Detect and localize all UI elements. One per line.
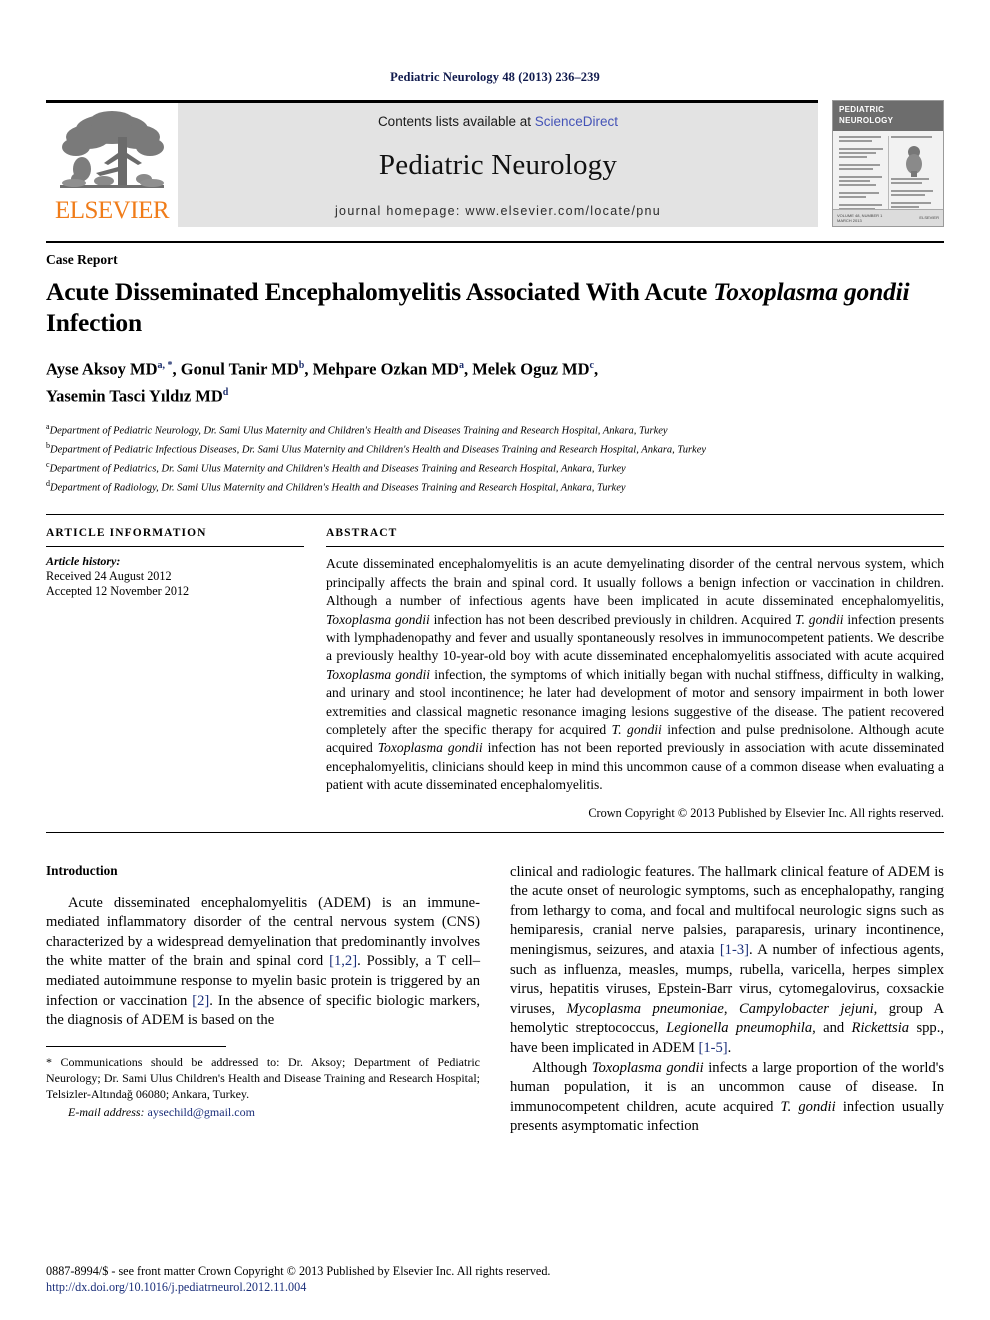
journal-homepage-link[interactable]: journal homepage: www.elsevier.com/locat…	[335, 204, 661, 218]
affiliation-item: cDepartment of Pediatrics, Dr. Sami Ulus…	[46, 458, 944, 477]
author-5-affil-mark[interactable]: d	[223, 387, 229, 398]
elsevier-wordmark: ELSEVIER	[54, 197, 170, 224]
abstract-seg-1: Acute disseminated encephalomyelitis is …	[326, 556, 944, 609]
right2-seg-1: Although	[532, 1059, 592, 1076]
abstract-italic-3: Toxoplasma gondii	[326, 666, 431, 682]
abstract-panel: ABSTRACT Acute disseminated encephalomye…	[326, 527, 944, 820]
right-italic-2: Campylobacter jejuni	[738, 1000, 874, 1017]
journal-masthead: ELSEVIER Contents lists available at Sci…	[46, 100, 944, 227]
article-type-label: Case Report	[46, 252, 118, 267]
article-information-panel: ARTICLE INFORMATION Article history: Rec…	[46, 527, 304, 820]
contents-available-line: Contents lists available at ScienceDirec…	[378, 114, 618, 129]
contents-prefix-text: Contents lists available at	[377, 114, 535, 129]
cover-title-line1: PEDIATRIC	[839, 105, 885, 114]
cover-volume-line2: MARCH 2013	[837, 218, 862, 223]
author-sep-2: , Mehpare Ozkan MD	[304, 359, 459, 379]
email-link[interactable]: aysechild@gmail.com	[148, 1105, 255, 1119]
affiliation-item: dDepartment of Radiology, Dr. Sami Ulus …	[46, 477, 944, 496]
article-information-heading: ARTICLE INFORMATION	[46, 527, 207, 540]
doi-link[interactable]: http://dx.doi.org/10.1016/j.pediatrneuro…	[46, 1280, 944, 1296]
journal-title: Pediatric Neurology	[378, 149, 618, 181]
cover-title-line2: NEUROLOGY	[839, 116, 894, 125]
journal-article-page: Pediatric Neurology 48 (2013) 236–239 EL…	[0, 0, 990, 1320]
article-information-rule	[46, 546, 304, 548]
abstract-italic-5: Toxoplasma gondii	[377, 740, 483, 756]
affiliation-text: Department of Pediatric Neurology, Dr. S…	[49, 425, 668, 437]
author-sep-3: , Melek Oguz MD	[463, 359, 590, 379]
affiliation-item: aDepartment of Pediatric Neurology, Dr. …	[46, 420, 944, 439]
abstract-body: Acute disseminated encephalomyelitis is …	[326, 555, 944, 794]
sciencedirect-link[interactable]: ScienceDirect	[535, 114, 618, 129]
abstract-copyright: Crown Copyright © 2013 Published by Else…	[588, 805, 944, 820]
introduction-heading: Introduction	[46, 862, 118, 878]
cover-toc-column-left	[837, 136, 889, 226]
right-seg-3: ,	[723, 1000, 739, 1017]
affiliation-text: Department of Radiology, Dr. Sami Ulus M…	[50, 482, 626, 494]
article-body: Introduction Acute disseminated encephal…	[46, 863, 944, 1137]
affiliation-list: aDepartment of Pediatric Neurology, Dr. …	[46, 420, 944, 496]
email-label: E-mail address:	[68, 1104, 145, 1119]
right-italic-1: Mycoplasma pneumoniae	[566, 1000, 724, 1017]
right-seg-7: .	[727, 1040, 732, 1056]
footnote-divider	[46, 1045, 226, 1047]
article-title-italic1: Toxoplasma gondii	[713, 277, 910, 306]
author-1-affil-mark[interactable]: a, *	[158, 360, 173, 371]
abstract-italic-4: T. gondii	[611, 722, 662, 738]
affiliation-text: Department of Pediatrics, Dr. Sami Ulus …	[49, 463, 626, 475]
cover-footer-band: VOLUME 48, NUMBER 1 MARCH 2013 ELSEVIER	[833, 209, 943, 226]
cover-header-band: PEDIATRIC NEUROLOGY	[833, 101, 943, 131]
elsevier-tree-icon	[56, 107, 168, 199]
abstract-rule	[326, 546, 944, 548]
right-italic-3: Legionella pneumophila	[666, 1020, 813, 1037]
intro-paragraph-1: Acute disseminated encephalomyelitis (AD…	[46, 894, 480, 1031]
citation-ref-1-5[interactable]: [1-5]	[698, 1040, 727, 1056]
author-sep-4: ,	[593, 359, 599, 379]
correspondence-footnote: * Communications should be addressed to:…	[46, 1054, 480, 1101]
cover-volume-text: VOLUME 48, NUMBER 1 MARCH 2013	[837, 213, 882, 223]
title-divider-top	[46, 241, 944, 243]
abstract-divider-bottom	[46, 831, 944, 833]
running-head: Pediatric Neurology 48 (2013) 236–239	[390, 70, 600, 84]
right-paragraph-2: Although Toxoplasma gondii infects a lar…	[510, 1059, 944, 1137]
author-sep-1: , Gonul Tanir MD	[172, 359, 299, 379]
cover-publisher-text: ELSEVIER	[919, 215, 939, 220]
body-column-left: Introduction Acute disseminated encephal…	[46, 863, 480, 1137]
abstract-heading: ABSTRACT	[326, 527, 398, 540]
journal-banner: Contents lists available at ScienceDirec…	[178, 100, 818, 227]
affiliation-item: bDepartment of Pediatric Infectious Dise…	[46, 439, 944, 458]
right-italic-4: Rickettsia	[851, 1020, 910, 1037]
author-list: Ayse Aksoy MDa, *, Gonul Tanir MDb, Mehp…	[46, 354, 944, 407]
right-paragraph-1: clinical and radiologic features. The ha…	[510, 863, 944, 1059]
body-column-right: clinical and radiologic features. The ha…	[510, 863, 944, 1137]
abstract-italic-1: Toxoplasma gondii	[326, 611, 430, 627]
right2-italic-1: Toxoplasma gondii	[591, 1059, 704, 1076]
abstract-divider-top	[46, 514, 944, 516]
page-footer: 0887-8994/$ - see front matter Crown Cop…	[46, 1264, 944, 1295]
journal-cover-thumbnail: PEDIATRIC NEUROLOGY VOLUME 48, NUMBER 1 …	[832, 100, 944, 227]
article-title: Acute Disseminated Encephalomyelitis Ass…	[46, 276, 944, 338]
article-title-part1: Acute Disseminated Encephalomyelitis Ass…	[46, 277, 714, 306]
abstract-italic-2: T. gondii	[795, 611, 844, 627]
cover-toc-column-right	[889, 136, 940, 224]
cover-illustration-icon	[905, 146, 922, 177]
cover-title-text: PEDIATRIC NEUROLOGY	[839, 104, 897, 126]
affiliation-text: Department of Pediatric Infectious Disea…	[50, 444, 707, 456]
article-info-abstract-row: ARTICLE INFORMATION Article history: Rec…	[46, 527, 944, 820]
author-5: Yasemin Tasci Yıldız MD	[46, 386, 223, 405]
citation-ref-1-2[interactable]: [1,2]	[329, 953, 357, 969]
article-title-part2: Infection	[46, 308, 142, 337]
article-history-label: Article history:	[46, 554, 121, 569]
article-received-date: Received 24 August 2012	[46, 569, 172, 584]
citation-ref-2[interactable]: [2]	[192, 993, 209, 1009]
right-seg-5: , and	[812, 1020, 852, 1037]
right2-italic-2: T. gondii	[780, 1098, 836, 1115]
citation-ref-1-3[interactable]: [1-3]	[720, 942, 749, 958]
cover-toc-area	[833, 132, 943, 226]
email-footnote: E-mail address: aysechild@gmail.com	[46, 1104, 480, 1120]
issn-copyright-line: 0887-8994/$ - see front matter Crown Cop…	[46, 1264, 551, 1278]
author-1: Ayse Aksoy MD	[46, 359, 158, 379]
elsevier-logo-block: ELSEVIER	[46, 100, 178, 227]
article-accepted-date: Accepted 12 November 2012	[46, 584, 190, 599]
abstract-seg-2: infection has not been described previou…	[429, 611, 796, 627]
